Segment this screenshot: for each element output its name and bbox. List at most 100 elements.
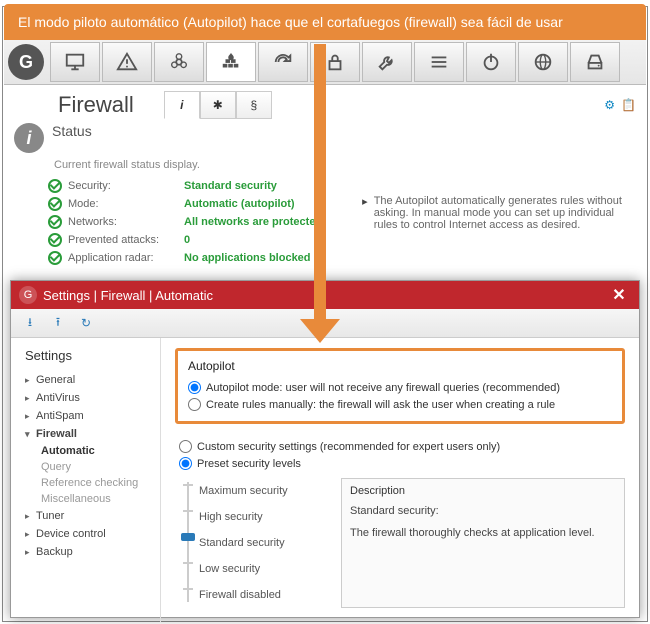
radio-preset-security[interactable]: Preset security levels <box>179 455 625 472</box>
sidebar-item-label: Device control <box>36 528 106 540</box>
section-icon: § <box>250 98 257 112</box>
export-button[interactable]: ⭱ <box>47 313 69 333</box>
status-row-mode: Mode:Automatic (autopilot) <box>48 195 322 213</box>
slider-thumb[interactable] <box>181 533 195 541</box>
clipboard-icon[interactable]: 📋 <box>621 98 636 112</box>
modal-title: Settings | Firewall | Automatic <box>43 288 213 303</box>
desc-body: The firewall thoroughly checks at applic… <box>350 527 616 539</box>
status-row-networks: Networks:All networks are protected <box>48 213 322 231</box>
check-icon <box>48 179 62 193</box>
sidebar-item-device-control[interactable]: ▸Device control <box>17 525 160 543</box>
level-high-security[interactable]: High security <box>199 504 329 530</box>
upload-icon: ⭱ <box>56 313 60 334</box>
radio-manual-mode[interactable]: Create rules manually: the firewall will… <box>188 396 612 413</box>
star-icon: ✱ <box>213 98 223 112</box>
toolbar-warning-button[interactable] <box>102 42 152 82</box>
toolbar-power-button[interactable] <box>466 42 516 82</box>
caret-right-icon: ▸ <box>25 547 33 558</box>
desc-title: Standard security: <box>350 505 616 517</box>
caret-right-icon: ▸ <box>25 529 33 540</box>
autopilot-heading: Autopilot <box>188 359 612 373</box>
check-icon <box>48 197 62 211</box>
sidebar-item-antivirus[interactable]: ▸AntiVirus <box>17 389 160 407</box>
tab-section[interactable]: § <box>236 91 272 119</box>
sidebar-subitem-automatic[interactable]: Automatic <box>17 443 160 459</box>
caret-down-icon: ▾ <box>25 429 33 440</box>
sidebar-item-label: AntiVirus <box>36 392 80 404</box>
sidebar-subitem-miscellaneous[interactable]: Miscellaneous <box>17 491 160 507</box>
sidebar-item-backup[interactable]: ▸Backup <box>17 543 160 561</box>
status-row-appradar: Application radar:No applications blocke… <box>48 249 322 267</box>
triangle-icon: ▸ <box>362 195 368 285</box>
page-tabs: i ✱ § <box>164 91 272 119</box>
sidebar-item-firewall[interactable]: ▾Firewall <box>17 425 160 443</box>
sidebar-heading: Settings <box>17 346 160 371</box>
desc-heading: Description <box>350 485 616 497</box>
app-toolbar: G <box>4 40 646 85</box>
sidebar-item-label: Tuner <box>36 510 64 522</box>
caret-right-icon: ▸ <box>25 375 33 386</box>
close-button[interactable]: ✕ <box>607 285 631 305</box>
info-icon: i <box>180 98 183 112</box>
callout-text: El modo piloto automático (Autopilot) ha… <box>18 14 563 30</box>
close-icon: ✕ <box>612 285 625 305</box>
toolbar-update-button[interactable] <box>258 42 308 82</box>
security-description: Description Standard security: The firew… <box>341 478 625 608</box>
status-subtext: Current firewall status display. <box>4 159 646 177</box>
toolbar-globe-button[interactable] <box>518 42 568 82</box>
settings-main: Autopilot Autopilot mode: user will not … <box>161 338 639 622</box>
toolbar-firewall-button[interactable] <box>206 42 256 82</box>
autopilot-note: ▸ The Autopilot automatically generates … <box>362 195 622 285</box>
level-standard-security[interactable]: Standard security <box>199 530 329 556</box>
toolbar-biohazard-button[interactable] <box>154 42 204 82</box>
import-button[interactable]: ⭳ <box>19 313 41 333</box>
tab-star[interactable]: ✱ <box>200 91 236 119</box>
sidebar-item-label: Firewall <box>36 428 77 440</box>
toolbar-monitor-button[interactable] <box>50 42 100 82</box>
page-title: Firewall <box>58 92 134 118</box>
toolbar-lock-button[interactable] <box>310 42 360 82</box>
refresh-button[interactable]: ↻ <box>75 313 97 333</box>
security-slider[interactable]: Maximum securityHigh securityStandard se… <box>179 478 329 608</box>
radio-custom-security[interactable]: Custom security settings (recommended fo… <box>179 438 625 455</box>
status-row-attacks: Prevented attacks:0 <box>48 231 322 249</box>
app-logo-icon: G <box>8 44 44 80</box>
status-list: Security:Standard security Mode:Automati… <box>48 177 322 267</box>
callout-banner: El modo piloto automático (Autopilot) ha… <box>4 4 646 40</box>
firewall-page: Firewall i ✱ § ⚙ 📋 i Status Current fire… <box>4 85 646 277</box>
toolbar-disk-button[interactable] <box>570 42 620 82</box>
sidebar-item-label: General <box>36 374 75 386</box>
level-maximum-security[interactable]: Maximum security <box>199 478 329 504</box>
caret-right-icon: ▸ <box>25 511 33 522</box>
sidebar-item-general[interactable]: ▸General <box>17 371 160 389</box>
status-heading: Status <box>52 123 92 139</box>
radio-autopilot-mode[interactable]: Autopilot mode: user will not receive an… <box>188 379 612 396</box>
modal-titlebar: G Settings | Firewall | Automatic ✕ <box>11 281 639 309</box>
sidebar-item-tuner[interactable]: ▸Tuner <box>17 507 160 525</box>
caret-right-icon: ▸ <box>25 411 33 422</box>
gear-icon[interactable]: ⚙ <box>604 98 615 112</box>
tab-info[interactable]: i <box>164 91 200 119</box>
modal-iconbar: ⭳ ⭱ ↻ <box>11 309 639 338</box>
sidebar-subitem-query[interactable]: Query <box>17 459 160 475</box>
caret-right-icon: ▸ <box>25 393 33 404</box>
sidebar-item-antispam[interactable]: ▸AntiSpam <box>17 407 160 425</box>
download-icon: ⭳ <box>28 313 32 334</box>
level-low-security[interactable]: Low security <box>199 556 329 582</box>
toolbar-menu-button[interactable] <box>414 42 464 82</box>
level-firewall-disabled[interactable]: Firewall disabled <box>199 582 329 608</box>
settings-modal: G Settings | Firewall | Automatic ✕ ⭳ ⭱ … <box>10 280 640 618</box>
status-row-security: Security:Standard security <box>48 177 322 195</box>
toolbar-tools-button[interactable] <box>362 42 412 82</box>
check-icon <box>48 233 62 247</box>
app-logo-small-icon: G <box>19 286 37 304</box>
refresh-icon: ↻ <box>81 316 91 330</box>
info-circle-icon: i <box>14 123 44 153</box>
check-icon <box>48 251 62 265</box>
check-icon <box>48 215 62 229</box>
autopilot-panel: Autopilot Autopilot mode: user will not … <box>175 348 625 424</box>
settings-sidebar: Softwa Settings ▸General▸AntiVirus▸AntiS… <box>11 338 161 622</box>
sidebar-item-label: AntiSpam <box>36 410 84 422</box>
sidebar-subitem-reference-checking[interactable]: Reference checking <box>17 475 160 491</box>
sidebar-item-label: Backup <box>36 546 73 558</box>
